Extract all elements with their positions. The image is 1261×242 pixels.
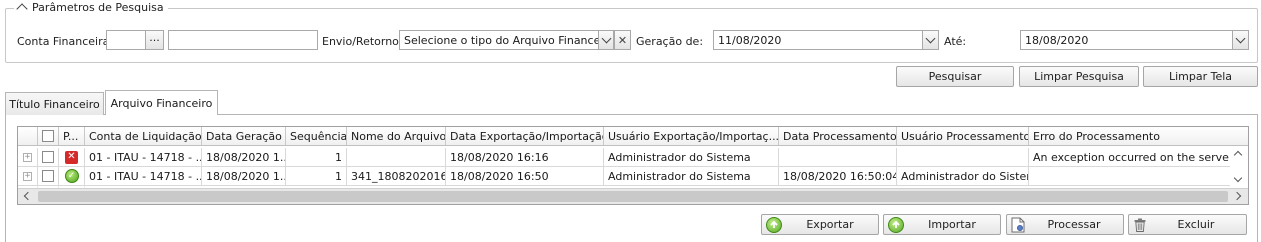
column-header-usuario-exportacao[interactable]: Usuário Exportação/Importaç... bbox=[604, 127, 779, 146]
column-header-nome-arquivo[interactable]: Nome do Arquivo bbox=[347, 127, 446, 146]
status-cell: ✕ bbox=[59, 148, 85, 167]
scroll-up-icon[interactable] bbox=[1233, 150, 1243, 160]
geracao-date-value: 11/08/2020 bbox=[718, 33, 782, 47]
importar-label: Importar bbox=[928, 218, 976, 231]
table-row[interactable]: + ✕ 01 - ITAU - 14718 - ... 18/08/2020 1… bbox=[18, 148, 1248, 167]
sequencia-cell: 1 bbox=[286, 148, 347, 167]
geracao-label: Geração de: bbox=[636, 35, 704, 48]
trash-icon bbox=[1134, 218, 1146, 232]
column-header-usuario-exportacao-label: Usuário Exportação/Importaç... bbox=[608, 129, 779, 143]
pesquisar-button[interactable]: Pesquisar bbox=[896, 66, 1014, 87]
conta-financeira-lookup-button[interactable]: ··· bbox=[145, 30, 164, 50]
processar-label: Processar bbox=[1047, 218, 1101, 231]
table-row[interactable]: + ✓ 01 - ITAU - 14718 - ... 18/08/2020 1… bbox=[18, 167, 1248, 186]
envio-retorno-value: Selecione o tipo do Arquivo Financeiro. bbox=[404, 33, 599, 47]
expand-plus-icon[interactable]: + bbox=[23, 152, 32, 162]
collapse-chevron-icon[interactable] bbox=[16, 3, 28, 15]
usuario-processamento-cell bbox=[897, 148, 1029, 167]
search-parameters-title: Parâmetros de Pesquisa bbox=[32, 1, 164, 14]
header-select-all-cell[interactable] bbox=[38, 127, 59, 146]
tab-arquivo-financeiro[interactable]: Arquivo Financeiro bbox=[105, 90, 218, 115]
header-expand-cell bbox=[18, 127, 38, 146]
column-header-status[interactable]: P... bbox=[59, 127, 85, 146]
search-parameters-header[interactable]: Parâmetros de Pesquisa bbox=[14, 1, 168, 15]
data-geracao-cell: 18/08/2020 1... bbox=[202, 167, 286, 186]
chevron-down-icon bbox=[601, 33, 611, 43]
excluir-button[interactable]: Excluir bbox=[1128, 214, 1247, 235]
envio-retorno-label: Envio/Retorno: bbox=[322, 35, 403, 48]
usuario-exportacao-cell: Administrador do Sistema bbox=[604, 148, 779, 167]
excluir-label: Excluir bbox=[1177, 218, 1215, 231]
column-header-conta[interactable]: Conta de Liquidação bbox=[85, 127, 202, 146]
exportar-button[interactable]: Exportar bbox=[761, 214, 879, 235]
conta-financeira-description-field[interactable] bbox=[168, 30, 318, 50]
data-processamento-cell bbox=[779, 148, 897, 167]
limpar-tela-button[interactable]: Limpar Tela bbox=[1143, 66, 1258, 87]
scroll-left-icon[interactable] bbox=[23, 191, 33, 201]
exportar-label: Exportar bbox=[806, 218, 854, 231]
import-icon bbox=[888, 216, 904, 233]
chevron-down-icon bbox=[925, 33, 936, 43]
column-header-data-geracao[interactable]: Data Geração bbox=[202, 127, 286, 146]
process-document-icon bbox=[1011, 217, 1025, 233]
row-select-cell[interactable] bbox=[38, 148, 59, 167]
processar-button[interactable]: Processar bbox=[1006, 214, 1124, 235]
geracao-date-dropdown-button[interactable] bbox=[922, 30, 939, 50]
envio-retorno-dropdown-button[interactable] bbox=[598, 30, 614, 50]
erro-processamento-cell bbox=[1029, 167, 1248, 186]
column-header-usuario-processamento[interactable]: Usuário Processamento bbox=[897, 127, 1029, 146]
conta-cell: 01 - ITAU - 14718 - ... bbox=[85, 167, 202, 186]
column-header-data-exportacao[interactable]: Data Exportação/Importação bbox=[446, 127, 604, 146]
usuario-exportacao-cell: Administrador do Sistema bbox=[604, 167, 779, 186]
row-expand-cell[interactable]: + bbox=[18, 167, 38, 186]
geracao-date-input[interactable]: 11/08/2020 bbox=[713, 30, 923, 50]
nome-arquivo-cell: 341_1808202016... bbox=[347, 167, 446, 186]
row-checkbox[interactable] bbox=[42, 151, 54, 163]
scroll-down-icon[interactable] bbox=[1233, 173, 1243, 183]
ate-label: Até: bbox=[944, 35, 967, 48]
row-checkbox[interactable] bbox=[42, 170, 54, 182]
error-status-icon: ✕ bbox=[65, 150, 78, 164]
column-header-data-processamento[interactable]: Data Processamento bbox=[779, 127, 897, 146]
importar-button[interactable]: Importar bbox=[883, 214, 1001, 235]
scroll-thumb[interactable] bbox=[38, 191, 1228, 202]
select-all-checkbox[interactable] bbox=[42, 130, 54, 142]
envio-retorno-clear-button[interactable]: ✕ bbox=[614, 30, 631, 50]
row-expand-cell[interactable]: + bbox=[18, 148, 38, 167]
column-header-erro-processamento[interactable]: Erro do Processamento bbox=[1029, 127, 1248, 146]
status-cell: ✓ bbox=[59, 167, 85, 186]
data-processamento-cell: 18/08/2020 16:50:04 bbox=[779, 167, 897, 186]
grid-horizontal-scrollbar[interactable] bbox=[18, 188, 1248, 204]
ate-date-dropdown-button[interactable] bbox=[1232, 30, 1249, 50]
grid-header-row: P... Conta de Liquidação Data Geração Se… bbox=[18, 127, 1248, 146]
arquivo-financeiro-grid: P... Conta de Liquidação Data Geração Se… bbox=[17, 126, 1249, 205]
conta-financeira-label: Conta Financeira: bbox=[17, 35, 114, 48]
sequencia-cell: 1 bbox=[286, 167, 347, 186]
row-select-cell[interactable] bbox=[38, 167, 59, 186]
scroll-right-icon[interactable] bbox=[1232, 191, 1242, 201]
export-icon bbox=[766, 216, 782, 233]
column-header-sequencia[interactable]: Sequência bbox=[286, 127, 347, 146]
conta-cell: 01 - ITAU - 14718 - ... bbox=[85, 148, 202, 167]
tab-titulo-financeiro[interactable]: Título Financeiro bbox=[5, 92, 104, 115]
conta-financeira-code-input[interactable] bbox=[106, 30, 146, 50]
success-status-icon: ✓ bbox=[64, 169, 79, 183]
close-icon: ✕ bbox=[617, 33, 628, 47]
data-exportacao-cell: 18/08/2020 16:50 bbox=[446, 167, 604, 186]
ate-date-input[interactable]: 18/08/2020 bbox=[1020, 30, 1233, 50]
expand-plus-icon[interactable]: + bbox=[23, 171, 32, 181]
ate-date-value: 18/08/2020 bbox=[1025, 33, 1089, 47]
envio-retorno-select[interactable]: Selecione o tipo do Arquivo Financeiro. bbox=[399, 30, 599, 50]
nome-arquivo-cell bbox=[347, 148, 446, 167]
grid-vertical-scrollbar[interactable] bbox=[1230, 146, 1248, 189]
chevron-down-icon bbox=[1235, 33, 1246, 43]
data-exportacao-cell: 18/08/2020 16:16 bbox=[446, 148, 604, 167]
usuario-processamento-cell: Administrador do Sistema bbox=[897, 167, 1029, 186]
erro-processamento-cell: An exception occurred on the server: In bbox=[1029, 148, 1248, 167]
limpar-pesquisa-button[interactable]: Limpar Pesquisa bbox=[1019, 66, 1139, 87]
data-geracao-cell: 18/08/2020 1... bbox=[202, 148, 286, 167]
